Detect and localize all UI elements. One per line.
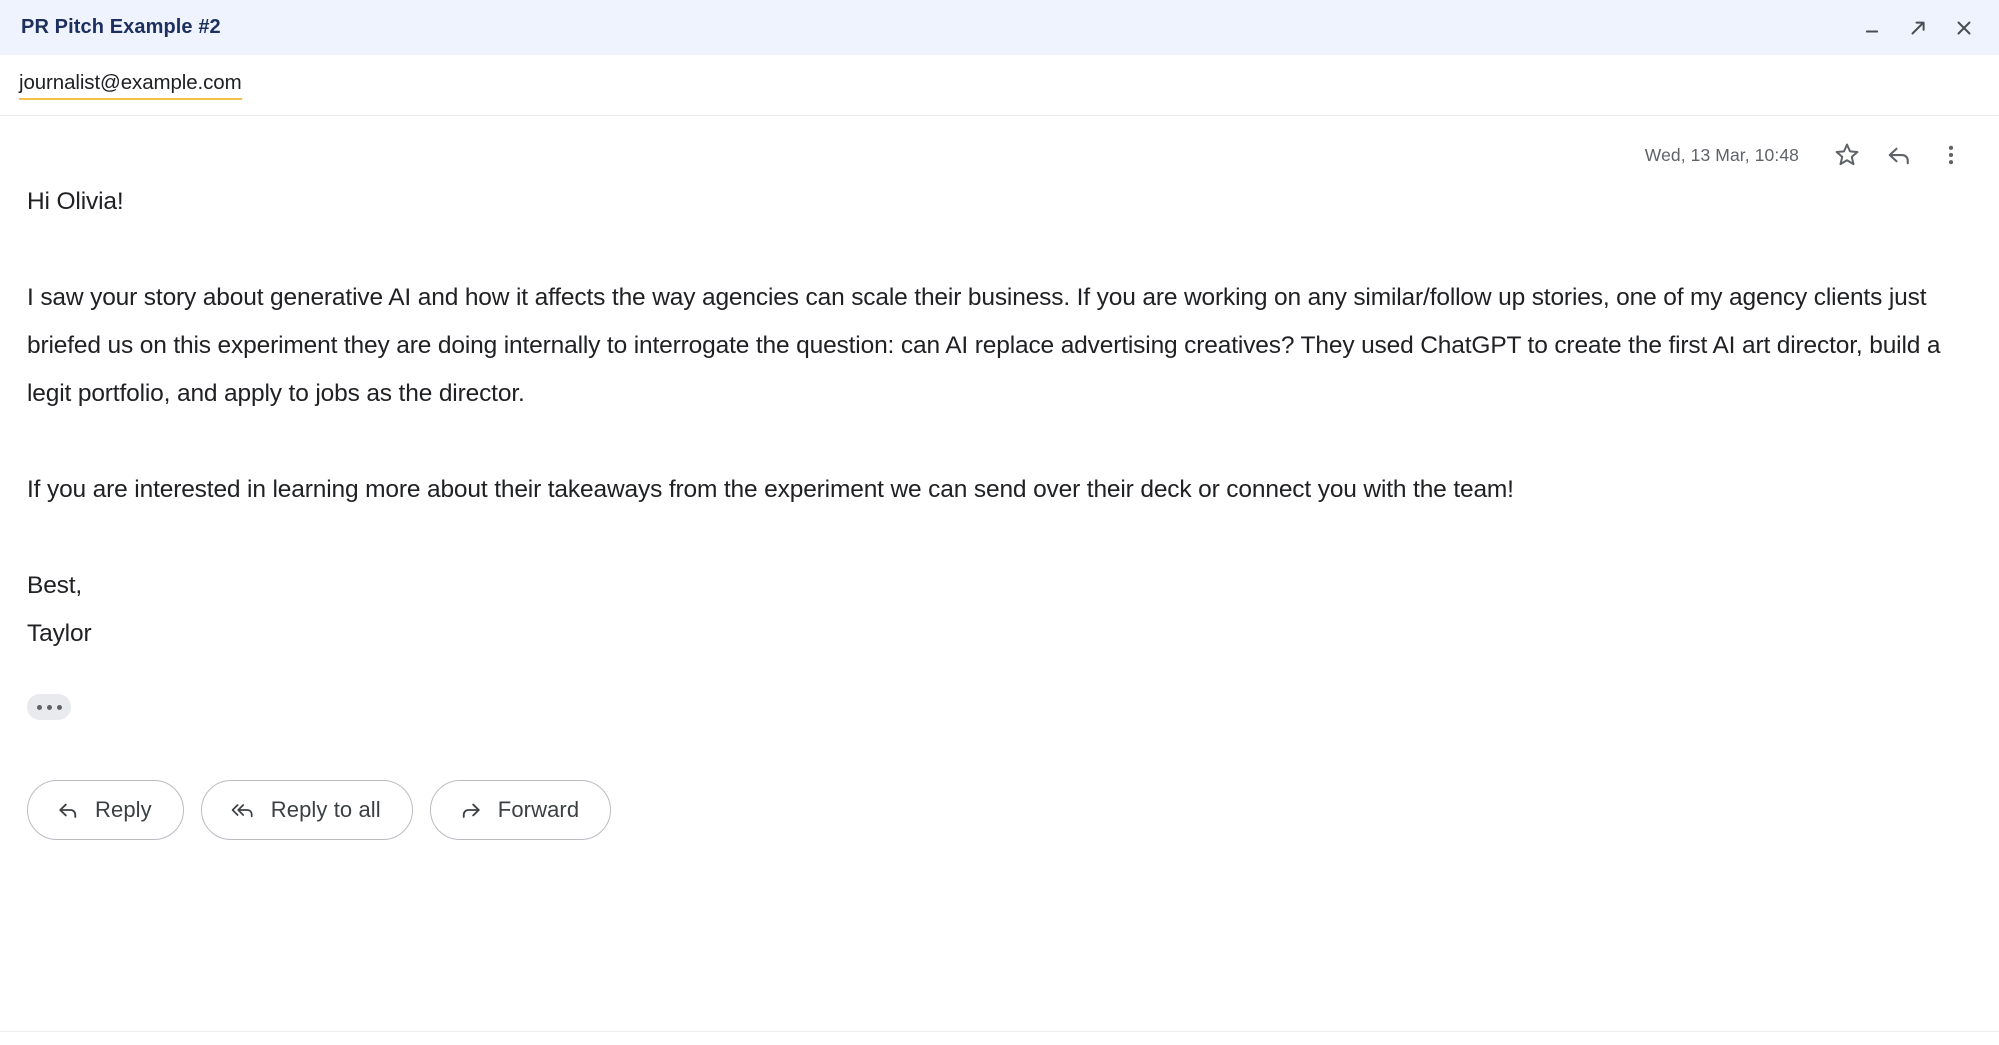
ellipsis-dot-icon (56, 704, 62, 710)
more-vertical-icon (1948, 145, 1954, 165)
message-action-bar: Reply Reply to all Forward (27, 780, 1977, 840)
expand-button[interactable] (1905, 15, 1931, 41)
minimize-button[interactable] (1859, 15, 1885, 41)
page-title: PR Pitch Example #2 (21, 16, 221, 38)
window-controls (1859, 15, 1977, 41)
reply-button-label: Reply (95, 797, 152, 822)
message-meta-row: Wed, 13 Mar, 10:48 (0, 116, 1999, 178)
expand-icon (1911, 21, 1925, 34)
reply-all-icon (231, 804, 253, 818)
show-trimmed-content-button[interactable] (27, 694, 71, 720)
window-titlebar: PR Pitch Example #2 (0, 0, 1999, 55)
close-button[interactable] (1951, 15, 1977, 41)
message-timestamp: Wed, 13 Mar, 10:48 (1644, 144, 1799, 165)
message-signature: Taylor (27, 620, 92, 647)
forward-button[interactable]: Forward (429, 780, 612, 840)
reply-button-top[interactable] (1873, 133, 1925, 177)
minimize-icon (1866, 30, 1878, 32)
forward-button-label: Forward (497, 797, 580, 822)
recipient-row: journalist@example.com (0, 55, 1999, 116)
ellipsis-dot-icon (36, 704, 42, 710)
message-paragraph-1: I saw your story about generative AI and… (27, 284, 1941, 407)
message-signoff: Best, (27, 572, 83, 599)
reply-arrow-icon (1888, 147, 1909, 165)
more-options-button[interactable] (1925, 133, 1977, 177)
message-greeting: Hi Olivia! (27, 188, 124, 215)
star-button[interactable] (1821, 133, 1873, 177)
reply-all-button[interactable]: Reply to all (200, 780, 413, 840)
reply-button[interactable]: Reply (27, 780, 184, 840)
reply-icon (59, 803, 77, 818)
star-icon (1835, 143, 1859, 166)
forward-icon (462, 803, 480, 818)
reply-all-button-label: Reply to all (270, 797, 381, 822)
close-icon (1957, 21, 1971, 34)
message-body: Hi Olivia! I saw your story about genera… (0, 178, 1999, 1045)
recipient-email[interactable]: journalist@example.com (19, 69, 242, 100)
ellipsis-dot-icon (46, 704, 52, 710)
message-paragraph-2: If you are interested in learning more a… (27, 476, 1514, 503)
email-window: PR Pitch Example #2 journalist@example.c… (0, 0, 1999, 1045)
bottom-divider (0, 1031, 1999, 1032)
